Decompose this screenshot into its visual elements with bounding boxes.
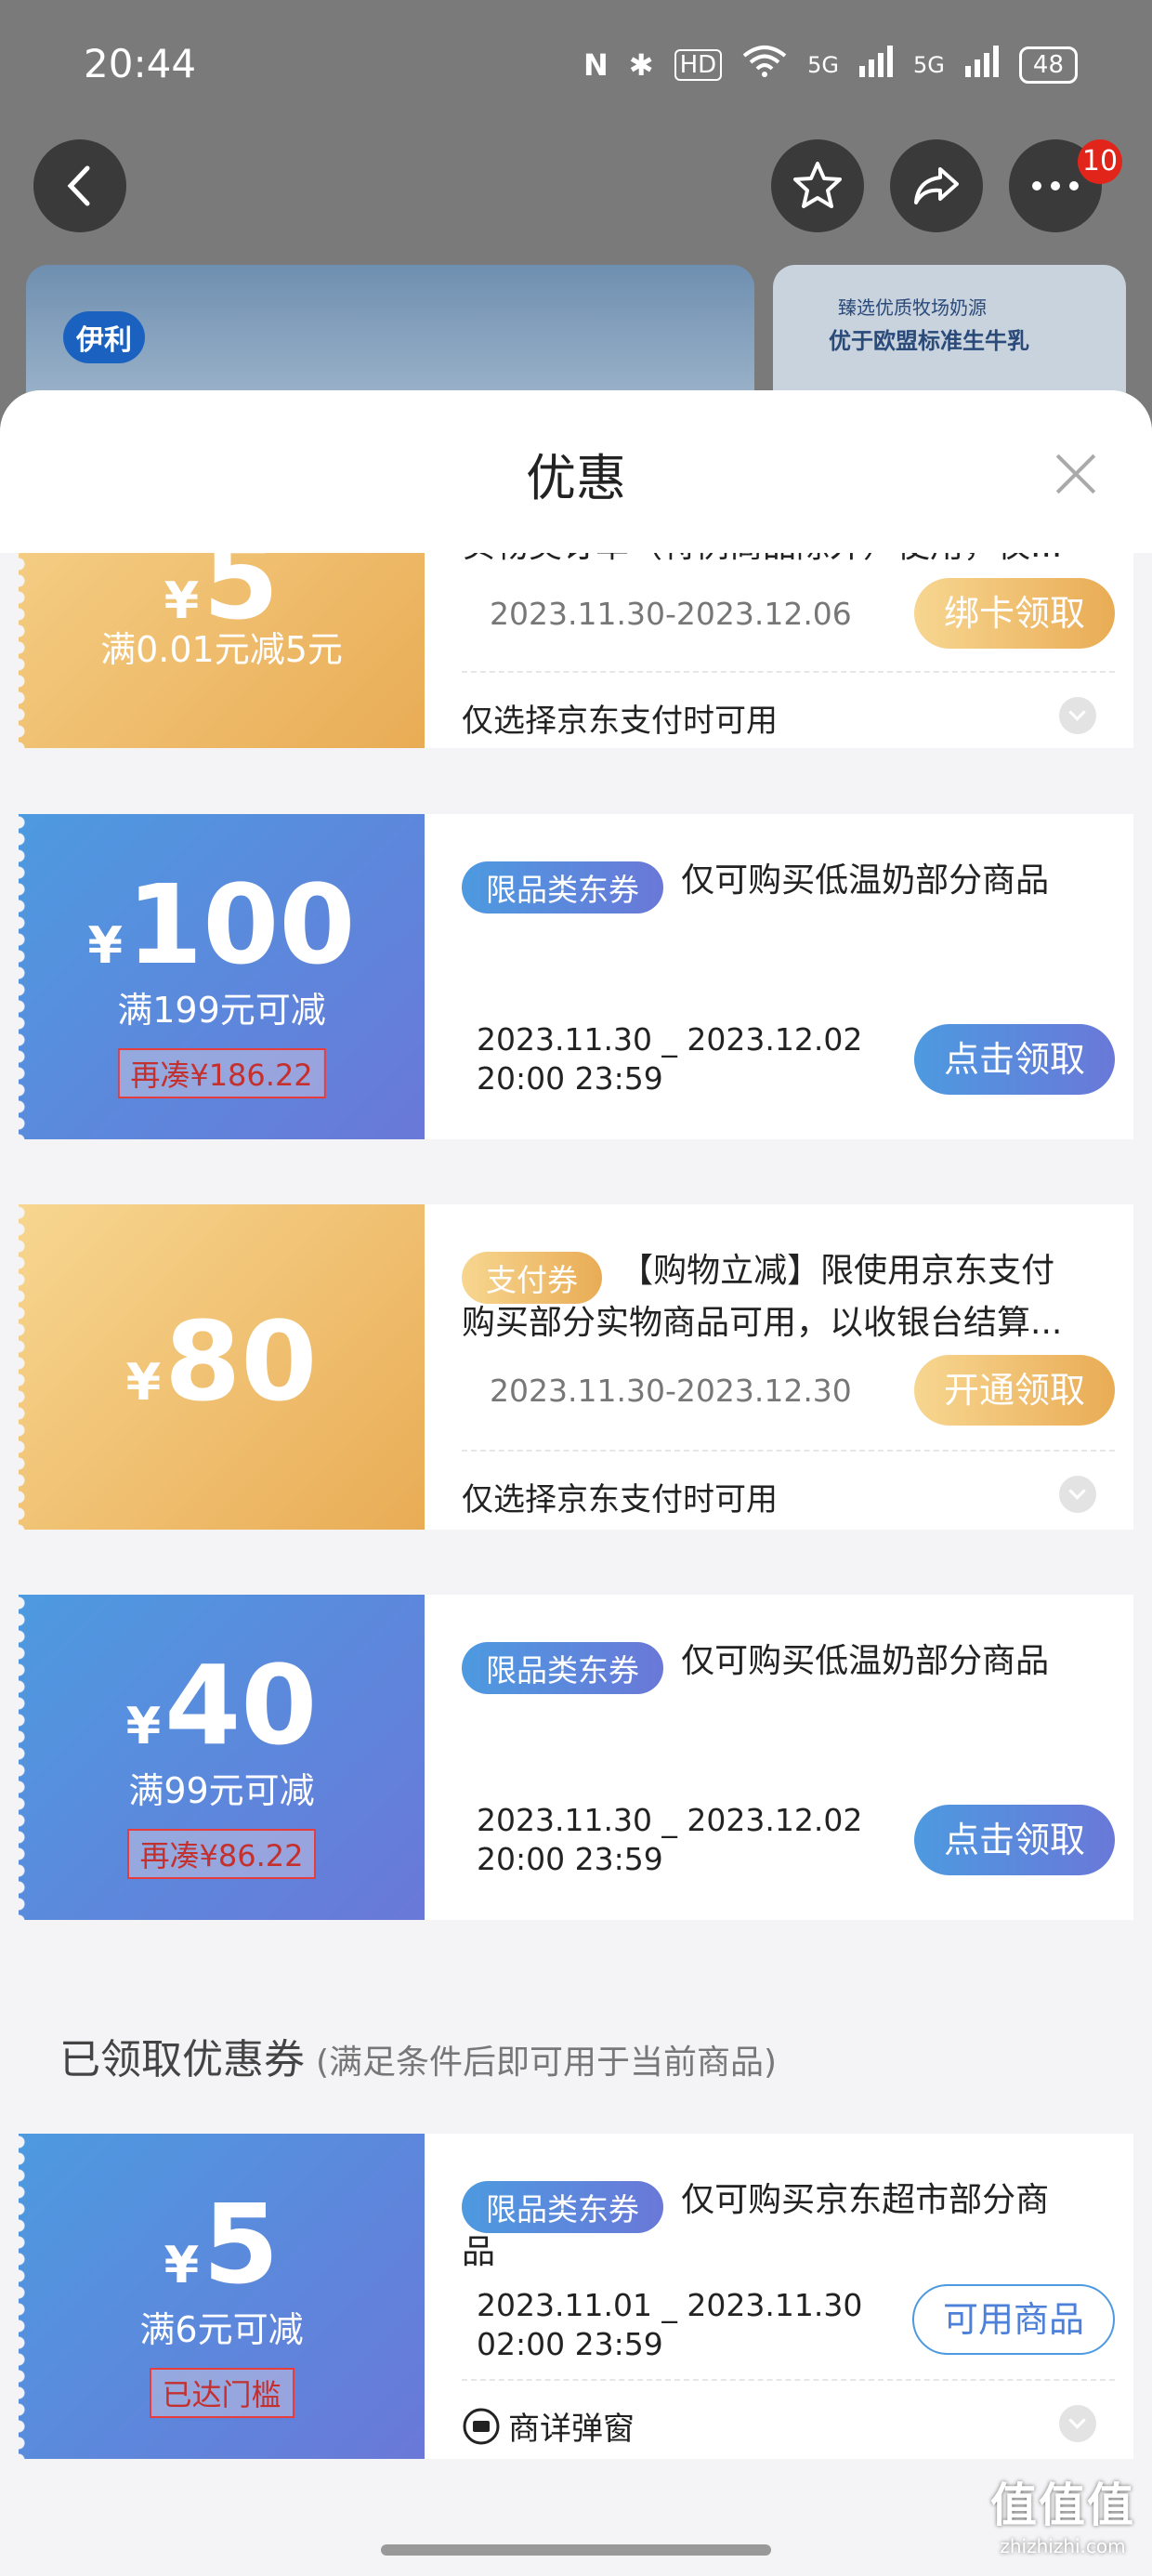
coupon-body: 限品类东券 仅可购买低温奶部分商品 2023.11.30 _ 2023.12.0… [443,1595,1115,1920]
coupon-stub: ¥80 [19,1204,425,1530]
ticket-icon [463,2408,500,2444]
expand-chevron-icon[interactable] [1059,1476,1096,1513]
close-icon[interactable] [1048,446,1104,502]
bluetooth-icon: ✱ [628,47,654,83]
coupon-tag: 限品类东券 [462,861,663,913]
coupon-date: 2023.11.30-2023.12.06 [490,596,852,632]
coupon-stub: ¥40 满99元可减 再凑¥86.22 [19,1595,425,1920]
watermark: 值值值 zhizhizhi.com [990,2478,1135,2557]
home-indicator[interactable] [381,2544,771,2556]
coupon-amount: ¥40 [125,1641,318,1769]
coupon-date: 2023.11.30-2023.12.30 [490,1373,852,1409]
coupon-tag: 限品类东券 [462,1641,663,1694]
expand-chevron-icon[interactable] [1059,2405,1096,2442]
battery-indicator: 48 [1018,46,1078,84]
coupon-condition: 满0.01元减5元 [100,629,343,670]
back-button[interactable] [33,139,126,232]
received-section-title: 已领取优惠券 (满足条件后即可用于当前商品) [59,2036,778,2083]
coupon-amount: ¥100 [87,861,356,989]
coupon-date: 2023.11.30 _ 2023.12.02 20:00 23:59 [477,1802,863,1877]
coupon-gap: 再凑¥186.22 [117,1048,326,1098]
coupon-body: 支付券 【购物立减】限使用京东支付 购买部分实物商品可用，以收银台结算... 2… [443,1204,1115,1530]
coupon-note: 仅选择京东支付时可用 [462,1481,778,1518]
claim-button[interactable]: 点击领取 [914,1805,1115,1875]
more-dots-icon [1032,181,1079,191]
favorite-button[interactable] [771,139,864,232]
coupon-card: ¥100 满199元可减 再凑¥186.22 限品类东券 仅可购买低温奶部分商品… [19,814,1133,1139]
brand-logo: 伊利 [63,311,145,363]
coupon-body: 限品类东券 仅可购买低温奶部分商品 2023.11.30 _ 2023.12.0… [443,814,1115,1139]
coupon-note: 商详弹窗 [462,2403,1115,2449]
coupon-body: 限品类东券 仅可购买京东超市部分商 品 2023.11.01 _ 2023.11… [443,2134,1115,2459]
sheet-title: 优惠 [526,449,626,507]
coupon-date: 2023.11.30 _ 2023.12.02 20:00 23:59 [477,1021,863,1097]
wifi-icon [742,45,787,85]
coupon-condition: 满199元可减 [117,990,326,1031]
claim-button[interactable]: 点击领取 [914,1024,1115,1095]
coupon-desc: 仅可购买低温奶部分商品 [681,1642,1050,1680]
bind-card-claim-button[interactable]: 绑卡领取 [914,578,1115,649]
coupon-desc-2: 品 [462,2233,496,2271]
coupon-threshold-met: 已达门槛 [149,2368,295,2418]
coupon-tag: 支付券 [462,1251,602,1304]
notification-badge: 10 [1078,139,1122,184]
hd-icon: HD [674,49,723,81]
banner-subslogan: 优于欧盟标准生牛乳 [829,328,1029,354]
coupon-card: ¥80 支付券 【购物立减】限使用京东支付 购买部分实物商品可用，以收银台结算.… [19,1204,1133,1530]
coupon-desc: 仅可购买京东超市部分商 [681,2181,1050,2219]
share-icon [914,167,959,204]
coupon-gap: 再凑¥86.22 [126,1829,317,1879]
share-button[interactable] [890,139,983,232]
clock: 20:44 [84,41,197,86]
coupon-amount: ¥80 [125,1297,318,1426]
sheet-header: 优惠 [0,390,1152,553]
coupon-tag: 限品类东券 [462,2180,663,2233]
coupon-sheet: 优惠 ¥5 满0.01元减5元 实物类订单（特例商品除外）使用，仅... 202… [0,390,1152,2576]
coupon-desc-2: 购买部分实物商品可用，以收银台结算... [462,1304,1063,1342]
status-icons: N ✱ HD 5G 5G 48 [583,45,1078,85]
available-products-button[interactable]: 可用商品 [912,2284,1115,2355]
coupon-amount: ¥5 [164,2180,280,2308]
activate-claim-button[interactable]: 开通领取 [914,1355,1115,1426]
signal-bars-icon-2 [964,46,999,85]
signal-5g-icon: 5G [807,52,840,78]
coupon-condition: 满6元可减 [139,2309,304,2350]
banner-slogan: 臻选优质牧场奶源 [838,296,987,319]
coupon-date: 2023.11.01 _ 2023.11.30 02:00 23:59 [477,2287,863,2362]
signal-5g-icon-2: 5G [913,52,945,78]
expand-chevron-icon[interactable] [1059,697,1096,734]
coupon-card: ¥40 满99元可减 再凑¥86.22 限品类东券 仅可购买低温奶部分商品 20… [19,1595,1133,1920]
nfc-icon: N [583,47,609,83]
status-bar: 20:44 N ✱ HD 5G 5G 48 [0,0,1152,139]
signal-bars-icon [859,46,894,85]
coupon-desc: 【购物立减】限使用京东支付 [620,1252,1055,1290]
star-icon [793,162,842,208]
coupon-condition: 满99元可减 [128,1770,315,1811]
coupon-note: 仅选择京东支付时可用 [462,703,778,740]
received-coupon-card: ¥5 满6元可减 已达门槛 限品类东券 仅可购买京东超市部分商 品 2023.1… [19,2134,1133,2459]
back-arrow-icon [67,165,90,206]
coupon-stub: ¥100 满199元可减 再凑¥186.22 [19,814,425,1139]
coupon-desc: 仅可购买低温奶部分商品 [681,861,1050,900]
coupon-stub: ¥5 满6元可减 已达门槛 [19,2134,425,2459]
